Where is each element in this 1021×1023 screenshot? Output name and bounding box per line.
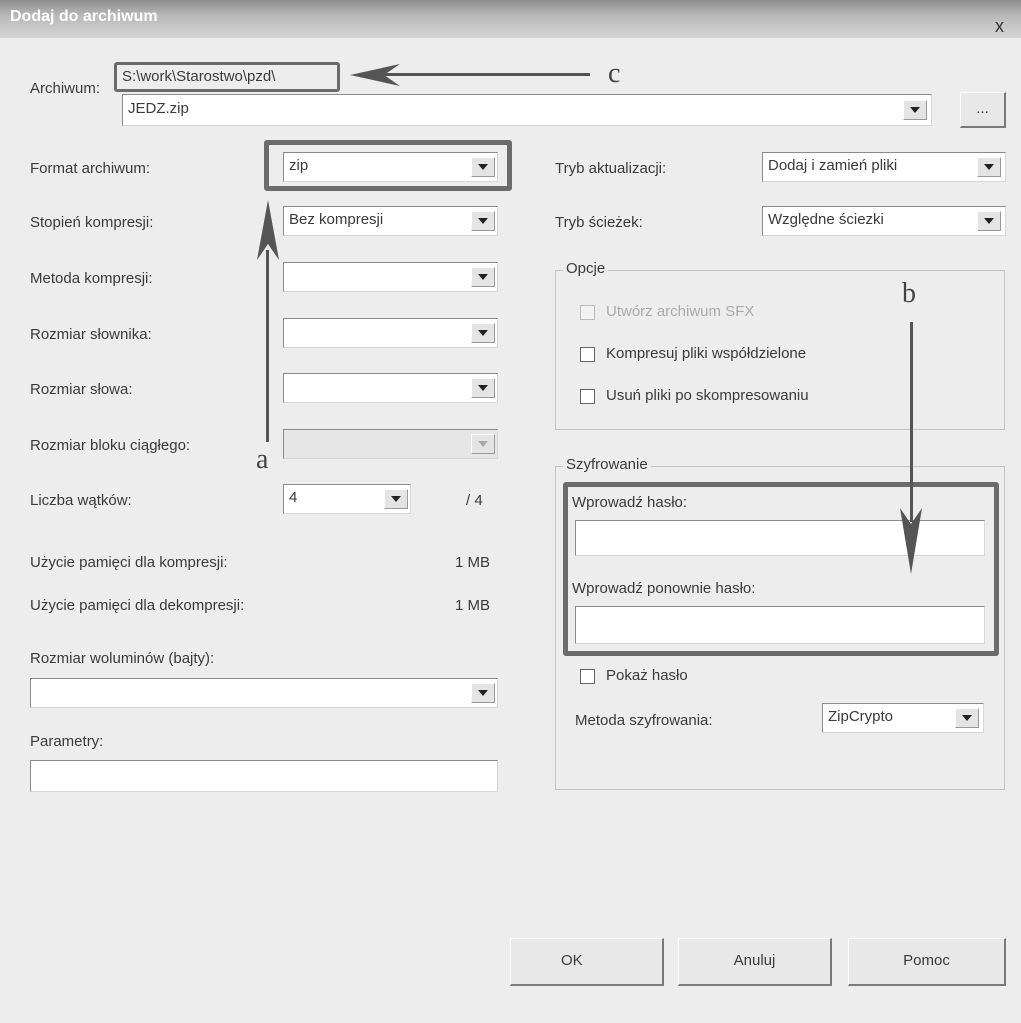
update-dropdown-button[interactable] [977,157,1001,177]
params-label: Parametry: [30,733,104,750]
arrow-down-icon [900,508,922,574]
block-dropdown-button[interactable] [471,434,495,454]
arrow-b-shaft [910,322,913,522]
options-title: Opcje [563,260,609,277]
method-select[interactable] [283,262,498,292]
chevron-down-icon [984,164,994,170]
close-button[interactable]: x [995,16,1004,37]
params-input[interactable] [30,760,498,792]
highlight-box-a [264,140,512,191]
dict-dropdown-button[interactable] [471,323,495,343]
archive-label: Archiwum: [30,80,101,97]
arrow-a-shaft [266,250,269,442]
level-dropdown-button[interactable] [471,211,495,231]
arrow-up-icon [257,200,279,260]
enc-method-label: Metoda szyfrowania: [575,712,713,729]
archive-name-input[interactable]: JEDZ.zip [122,94,932,126]
annotation-c: c [608,58,621,89]
volume-input[interactable] [30,678,498,708]
show-password-label: Pokaż hasło [606,667,688,684]
chevron-down-icon [962,715,972,721]
chevron-down-icon [478,441,488,447]
help-button[interactable]: Pomoc [848,938,1006,986]
level-select[interactable]: Bez kompresji [283,206,498,236]
mem-decomp-label: Użycie pamięci dla dekompresji: [30,597,245,614]
dict-label: Rozmiar słownika: [30,326,152,343]
update-select[interactable]: Dodaj i zamień pliki [762,152,1006,182]
threads-max: / 4 [466,492,483,509]
sfx-label: Utwórz archiwum SFX [606,303,755,320]
word-label: Rozmiar słowa: [30,381,133,398]
dict-select[interactable] [283,318,498,348]
chevron-down-icon [478,330,488,336]
delete-label: Usuń pliki po skompresowaniu [606,387,809,404]
threads-label: Liczba wątków: [30,492,132,509]
block-label: Rozmiar bloku ciągłego: [30,437,191,454]
annotation-a: a [256,444,269,475]
mem-decomp-value: 1 MB [455,597,491,614]
volume-dropdown-button[interactable] [471,683,495,703]
threads-dropdown-button[interactable] [384,489,408,509]
level-label: Stopień kompresji: [30,214,154,231]
highlight-box-b [563,482,999,656]
sfx-checkbox[interactable] [580,305,595,320]
ok-button[interactable]: OK [510,938,664,986]
encryption-title: Szyfrowanie [563,456,651,473]
chevron-down-icon [391,496,401,502]
show-password-checkbox[interactable] [580,669,595,684]
paths-select[interactable]: Względne ściezki [762,206,1006,236]
chevron-down-icon [478,385,488,391]
enc-method-dropdown-button[interactable] [955,708,979,728]
mem-comp-label: Użycie pamięci dla kompresji: [30,554,228,571]
block-select[interactable] [283,429,498,459]
chevron-down-icon [910,107,920,113]
update-label: Tryb aktualizacji: [555,160,667,177]
highlight-box-c [114,62,340,92]
paths-dropdown-button[interactable] [977,211,1001,231]
arrow-c-shaft [370,73,590,76]
word-dropdown-button[interactable] [471,378,495,398]
format-label: Format archiwum: [30,160,151,177]
arrow-left-icon [350,64,400,86]
annotation-b: b [902,278,916,309]
chevron-down-icon [478,218,488,224]
chevron-down-icon [984,218,994,224]
browse-button[interactable]: ... [960,92,1006,128]
archive-dropdown-button[interactable] [903,100,927,120]
shared-checkbox[interactable] [580,347,595,362]
chevron-down-icon [478,690,488,696]
method-dropdown-button[interactable] [471,267,495,287]
mem-comp-value: 1 MB [455,554,491,571]
paths-label: Tryb ścieżek: [555,214,643,231]
shared-label: Kompresuj pliki współdzielone [606,345,807,362]
chevron-down-icon [478,274,488,280]
word-select[interactable] [283,373,498,403]
dialog-title: Dodaj do archiwum [10,8,158,25]
volume-label: Rozmiar woluminów (bajty): [30,650,215,667]
delete-checkbox[interactable] [580,389,595,404]
method-label: Metoda kompresji: [30,270,153,287]
cancel-button[interactable]: Anuluj [678,938,832,986]
